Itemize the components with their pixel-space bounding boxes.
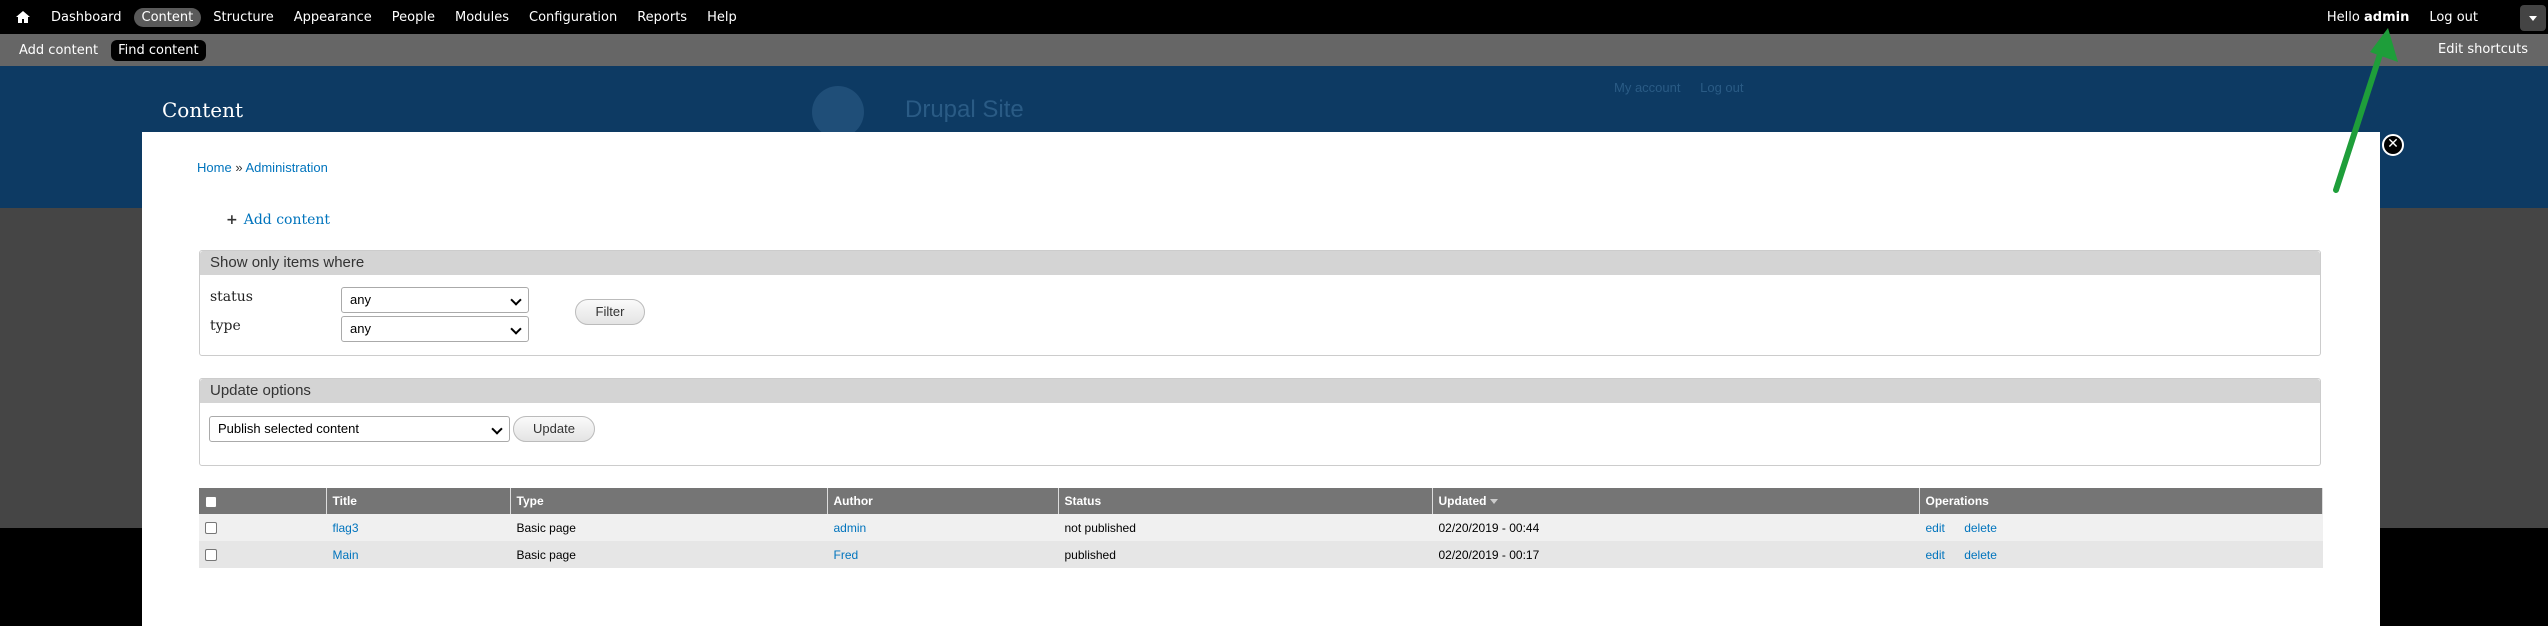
secondary-links: My account Log out — [1614, 80, 1759, 95]
title-cell: flag3 — [326, 514, 510, 541]
table-row: Main Basic page Fred published 02/20/201… — [199, 541, 2323, 568]
site-name: Drupal Site — [905, 96, 1024, 123]
site-logo — [812, 86, 864, 138]
status-label: status — [210, 289, 253, 305]
breadcrumb-separator: » — [235, 160, 243, 175]
filter-legend: Show only items where — [200, 251, 2320, 275]
add-content-action[interactable]: + Add content — [226, 212, 330, 228]
type-select-value: any — [350, 321, 371, 336]
author-column-header[interactable]: Author — [827, 488, 1059, 514]
menu-item-content[interactable]: Content — [133, 7, 202, 27]
select-all-header — [199, 488, 327, 514]
menu-item-people[interactable]: People — [384, 8, 443, 27]
update-button[interactable]: Update — [513, 416, 595, 442]
updated-cell: 02/20/2019 - 00:17 — [1432, 541, 1919, 568]
operations-column-header: Operations — [1919, 488, 2323, 514]
shortcut-links: Add content Find content — [12, 34, 206, 66]
edit-link[interactable]: edit — [1926, 521, 1945, 535]
admin-toolbar: Dashboard Content Structure Appearance P… — [0, 0, 2548, 34]
update-options-fieldset: Update options Publish selected content … — [199, 378, 2321, 466]
author-cell: Fred — [827, 541, 1058, 568]
author-cell: admin — [827, 514, 1058, 541]
author-link[interactable]: Fred — [834, 548, 859, 562]
type-cell: Basic page — [510, 541, 827, 568]
menu-item-appearance[interactable]: Appearance — [286, 8, 380, 27]
status-select-value: any — [350, 292, 371, 307]
node-title-link[interactable]: Main — [333, 548, 359, 562]
operations-cell: edit delete — [1919, 514, 2323, 541]
my-account-link[interactable]: My account — [1614, 80, 1680, 95]
page-title: Content — [162, 98, 244, 122]
update-operation-select[interactable]: Publish selected content — [209, 416, 510, 442]
logout-link[interactable]: Log out — [2429, 10, 2478, 25]
breadcrumb-home[interactable]: Home — [197, 160, 232, 175]
annotation-arrow — [2333, 28, 2398, 193]
type-column-header[interactable]: Type — [510, 488, 828, 514]
breadcrumb: Home » Administration — [197, 160, 328, 175]
title-column-header[interactable]: Title — [326, 488, 511, 514]
content-table: Title Type Author Status Updated Operati… — [199, 488, 2323, 568]
menu-item-reports[interactable]: Reports — [629, 8, 695, 27]
delete-link[interactable]: delete — [1964, 548, 1997, 562]
sort-desc-icon — [1489, 499, 1498, 505]
filter-fieldset: Show only items where status any type an… — [199, 250, 2321, 356]
filter-button[interactable]: Filter — [575, 299, 645, 325]
status-cell: published — [1058, 541, 1432, 568]
toolbar-menu: Dashboard Content Structure Appearance P… — [43, 0, 749, 34]
row-checkbox[interactable] — [205, 549, 217, 562]
updated-column-header[interactable]: Updated — [1432, 488, 1920, 514]
shortcut-find-content[interactable]: Find content — [111, 39, 206, 61]
type-select[interactable]: any — [341, 316, 529, 342]
menu-item-help[interactable]: Help — [699, 8, 745, 27]
site-logout-link[interactable]: Log out — [1700, 80, 1743, 95]
update-options-legend: Update options — [200, 379, 2320, 403]
delete-link[interactable]: delete — [1964, 521, 1997, 535]
menu-item-modules[interactable]: Modules — [447, 8, 517, 27]
edit-link[interactable]: edit — [1926, 548, 1945, 562]
table-row: flag3 Basic page admin not published 02/… — [199, 514, 2323, 541]
row-checkbox[interactable] — [205, 522, 217, 535]
row-checkbox-cell — [199, 541, 326, 568]
table-header-row: Title Type Author Status Updated Operati… — [199, 488, 2323, 514]
update-operation-value: Publish selected content — [218, 421, 359, 436]
node-title-link[interactable]: flag3 — [333, 521, 359, 535]
status-select[interactable]: any — [341, 287, 529, 313]
row-checkbox-cell — [199, 514, 326, 541]
shortcut-add-content[interactable]: Add content — [12, 40, 105, 61]
select-all-checkbox[interactable] — [205, 495, 217, 508]
overlay-panel: Home » Administration + Add content Show … — [142, 132, 2380, 626]
shortcuts-toggle-button[interactable] — [2520, 5, 2546, 31]
author-link[interactable]: admin — [834, 521, 867, 535]
status-column-header[interactable]: Status — [1058, 488, 1433, 514]
menu-item-configuration[interactable]: Configuration — [521, 8, 625, 27]
add-content-link[interactable]: Add content — [244, 212, 330, 228]
type-cell: Basic page — [510, 514, 827, 541]
operations-cell: edit delete — [1919, 541, 2323, 568]
type-label: type — [210, 318, 241, 334]
shortcuts-bar: Add content Find content Edit shortcuts — [0, 34, 2548, 66]
edit-shortcuts-link[interactable]: Edit shortcuts — [2438, 34, 2528, 66]
status-cell: not published — [1058, 514, 1432, 541]
title-cell: Main — [326, 541, 510, 568]
menu-item-structure[interactable]: Structure — [205, 8, 281, 27]
menu-item-dashboard[interactable]: Dashboard — [43, 8, 130, 27]
updated-header-label: Updated — [1438, 494, 1487, 508]
updated-cell: 02/20/2019 - 00:44 — [1432, 514, 1919, 541]
home-icon[interactable] — [14, 8, 32, 26]
breadcrumb-administration[interactable]: Administration — [245, 160, 327, 175]
plus-icon: + — [226, 212, 238, 228]
